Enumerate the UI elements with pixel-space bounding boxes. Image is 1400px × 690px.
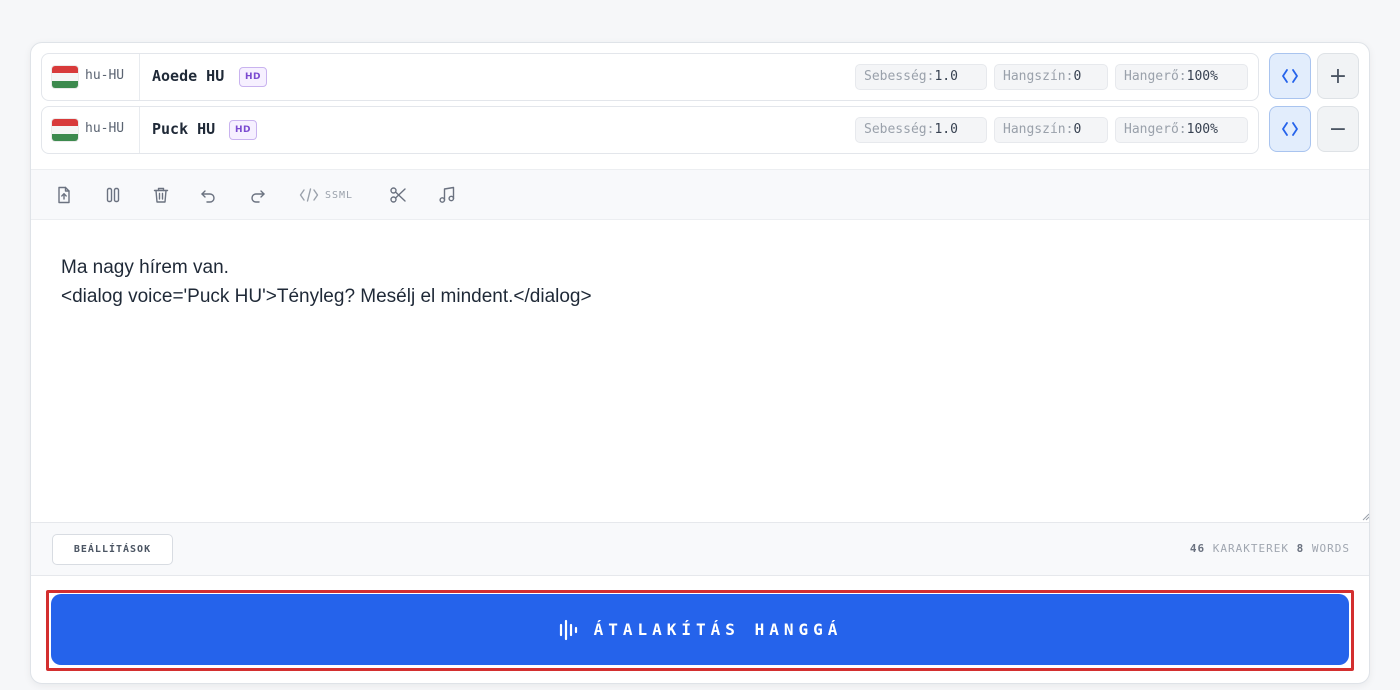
music-note-icon[interactable] bbox=[436, 184, 458, 206]
volume-value: 100% bbox=[1186, 122, 1218, 137]
code-brackets-icon bbox=[1282, 69, 1298, 83]
voice-name: Puck HU bbox=[152, 120, 216, 138]
trash-icon[interactable] bbox=[150, 184, 172, 206]
tts-card: hu-HU Aoede HU HD Sebesség:1.0 Hangszín:… bbox=[30, 42, 1370, 684]
word-count: 8 bbox=[1296, 542, 1305, 555]
volume-value: 100% bbox=[1186, 69, 1218, 84]
pitch-label: Hangszín: bbox=[1003, 69, 1074, 84]
remove-voice-button[interactable]: − bbox=[1317, 106, 1359, 152]
ssml-button[interactable]: SSML bbox=[299, 183, 353, 207]
volume-label: Hangerő: bbox=[1124, 122, 1187, 137]
hungary-flag-icon bbox=[52, 119, 78, 141]
minus-icon: − bbox=[1328, 116, 1348, 142]
undo-icon[interactable] bbox=[197, 184, 219, 206]
volume-control[interactable]: Hangerő:100% bbox=[1115, 64, 1248, 90]
speed-value: 1.0 bbox=[934, 122, 958, 137]
hd-badge: HD bbox=[229, 120, 258, 140]
pitch-label: Hangszín: bbox=[1003, 122, 1074, 137]
voice-row-aoede[interactable]: hu-HU Aoede HU HD Sebesség:1.0 Hangszín:… bbox=[41, 53, 1259, 101]
redo-icon[interactable] bbox=[247, 184, 269, 206]
voice-locale-selector[interactable]: hu-HU bbox=[42, 107, 140, 153]
hd-badge: HD bbox=[239, 67, 268, 87]
convert-to-speech-button[interactable]: ÁTALAKÍTÁS HANGGÁ bbox=[51, 594, 1349, 665]
voice-row-puck[interactable]: hu-HU Puck HU HD Sebesség:1.0 Hangszín:0… bbox=[41, 106, 1259, 154]
word-label: WORDS bbox=[1311, 542, 1350, 555]
editor-toolbar: SSML bbox=[31, 169, 1369, 220]
upload-icon[interactable] bbox=[53, 184, 75, 206]
volume-label: Hangerő: bbox=[1124, 69, 1187, 84]
text-stats: 46 KARAKTEREK 8 WORDS bbox=[1190, 542, 1350, 555]
editor-line: Ma nagy hírem van. bbox=[61, 257, 229, 278]
pause-icon[interactable] bbox=[102, 184, 124, 206]
voice-name: Aoede HU bbox=[152, 67, 225, 85]
convert-label: ÁTALAKÍTÁS HANGGÁ bbox=[593, 620, 843, 639]
speed-control[interactable]: Sebesség:1.0 bbox=[855, 117, 987, 143]
pitch-control[interactable]: Hangszín:0 bbox=[994, 64, 1108, 90]
char-label: KARAKTEREK bbox=[1212, 542, 1289, 555]
audio-wave-icon bbox=[559, 619, 577, 640]
speed-label: Sebesség: bbox=[864, 69, 935, 84]
voice-locale-selector[interactable]: hu-HU bbox=[42, 54, 140, 100]
pitch-control[interactable]: Hangszín:0 bbox=[994, 117, 1108, 143]
voice-locale: hu-HU bbox=[85, 68, 125, 83]
voice-locale: hu-HU bbox=[85, 121, 125, 136]
editor-line: <dialog voice='Puck HU'>Tényleg? Mesélj … bbox=[61, 286, 592, 307]
scissors-icon[interactable] bbox=[387, 184, 409, 206]
text-editor[interactable]: Ma nagy hírem van. <dialog voice='Puck H… bbox=[31, 220, 1370, 522]
insert-voice-tag-button[interactable] bbox=[1269, 53, 1311, 99]
volume-control[interactable]: Hangerő:100% bbox=[1115, 117, 1248, 143]
code-icon bbox=[299, 188, 319, 202]
speed-value: 1.0 bbox=[934, 69, 958, 84]
pitch-value: 0 bbox=[1073, 69, 1082, 84]
ssml-label: SSML bbox=[325, 189, 354, 201]
pitch-value: 0 bbox=[1073, 122, 1082, 137]
settings-button[interactable]: BEÁLLÍTÁSOK bbox=[52, 534, 173, 565]
hungary-flag-icon bbox=[52, 66, 78, 88]
char-count: 46 bbox=[1189, 542, 1206, 555]
plus-icon: + bbox=[1328, 63, 1348, 89]
add-voice-button[interactable]: + bbox=[1317, 53, 1359, 99]
resize-handle-icon[interactable] bbox=[1362, 513, 1370, 521]
editor-footer: BEÁLLÍTÁSOK 46 KARAKTEREK 8 WORDS bbox=[31, 522, 1369, 576]
insert-voice-tag-button[interactable] bbox=[1269, 106, 1311, 152]
speed-control[interactable]: Sebesség:1.0 bbox=[855, 64, 987, 90]
code-brackets-icon bbox=[1282, 122, 1298, 136]
speed-label: Sebesség: bbox=[864, 122, 935, 137]
